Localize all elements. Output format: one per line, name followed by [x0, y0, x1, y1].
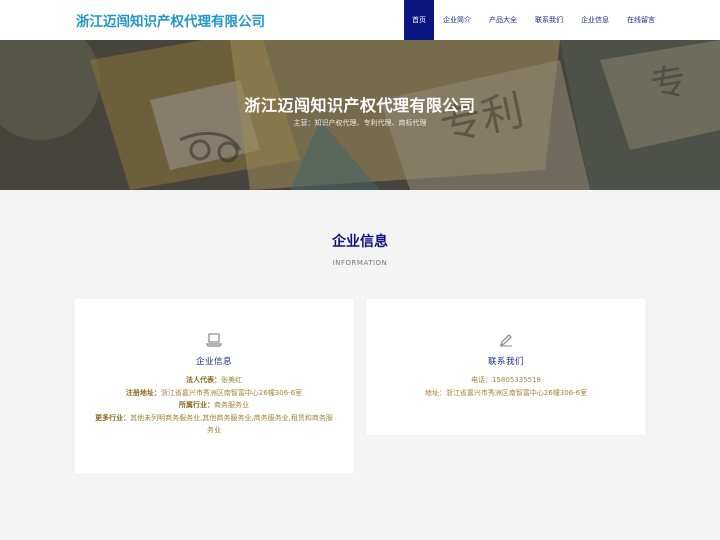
- contact-card: 联系我们 电话：15805335518 地址：浙江省嘉兴市秀洲区南智富中心26幢…: [367, 299, 645, 435]
- phone-label: 电话：: [471, 376, 492, 384]
- section-subtitle: INFORMATION: [332, 259, 388, 267]
- reg-address-row: 注册地址：浙江省嘉兴市秀洲区南智富中心26幢306-6室: [95, 387, 333, 400]
- laptop-icon: [206, 333, 222, 347]
- section-title: 企业信息: [332, 234, 388, 250]
- nav-item-company-info[interactable]: 企业信息: [572, 0, 618, 40]
- banner-title: 浙江迈闯知识产权代理有限公司: [244, 96, 476, 115]
- industry-label: 所属行业：: [179, 401, 214, 409]
- phone-value[interactable]: 15805335518: [492, 376, 541, 384]
- company-info-card: 企业信息 法人代表：张美红 注册地址：浙江省嘉兴市秀洲区南智富中心26幢306-…: [75, 299, 353, 473]
- phone-row: 电话：15805335518: [387, 374, 625, 387]
- reg-address-label: 注册地址：: [125, 388, 161, 397]
- contact-details: 电话：15805335518 地址：浙江省嘉兴市秀洲区南智富中心26幢306-6…: [387, 374, 625, 399]
- nav-item-contact[interactable]: 联系我们: [526, 0, 572, 40]
- nav-item-products[interactable]: 产品大全: [480, 0, 526, 40]
- reg-address-value: 浙江省嘉兴市秀洲区南智富中心26幢306-6室: [160, 388, 303, 397]
- company-details: 法人代表：张美红 注册地址：浙江省嘉兴市秀洲区南智富中心26幢306-6室 所属…: [95, 374, 333, 437]
- nav-item-message[interactable]: 在线留言: [618, 0, 664, 40]
- industry-value: 商务服务业: [214, 401, 249, 409]
- pencil-icon: [500, 334, 512, 347]
- site-logo-text[interactable]: 浙江迈闯知识产权代理有限公司: [76, 10, 265, 30]
- industry-row: 所属行业：商务服务业: [95, 399, 333, 412]
- company-card-heading: 企业信息: [195, 357, 232, 367]
- more-industry-label: 更多行业：: [95, 413, 131, 422]
- legal-rep-label: 法人代表：: [186, 376, 221, 384]
- top-navbar: 浙江迈闯知识产权代理有限公司 首页 企业简介 产品大全 联系我们 企业信息 在线…: [0, 0, 720, 40]
- more-industry-row: 更多行业：其他未列明商务服务业,其他商务服务业,商务服务业,租赁和商务服务业: [95, 412, 333, 437]
- legal-rep-row: 法人代表：张美红: [95, 374, 333, 387]
- address-label: 地址：: [424, 388, 446, 397]
- main-nav: 首页 企业简介 产品大全 联系我们 企业信息 在线留言: [404, 0, 664, 40]
- legal-rep-value: 张美红: [221, 376, 242, 384]
- more-industry-value: 其他未列明商务服务业,其他商务服务业,商务服务业,租赁和商务服务业: [130, 413, 333, 435]
- nav-item-home[interactable]: 首页: [404, 0, 434, 40]
- address-row: 地址：浙江省嘉兴市秀洲区南智富中心26幢306-6室: [387, 387, 625, 400]
- contact-card-heading: 联系我们: [487, 357, 524, 367]
- address-value: 浙江省嘉兴市秀洲区南智富中心26幢306-6室: [445, 388, 588, 397]
- nav-item-about[interactable]: 企业简介: [434, 0, 480, 40]
- banner-subtitle: 主营：知识产权代理、专利代理、商标代理: [293, 119, 427, 127]
- hero-banner: 专利 专 浙江迈闯知识产权代理有限公司 主营：知识产权代理、专利代理、商标代理: [0, 40, 720, 190]
